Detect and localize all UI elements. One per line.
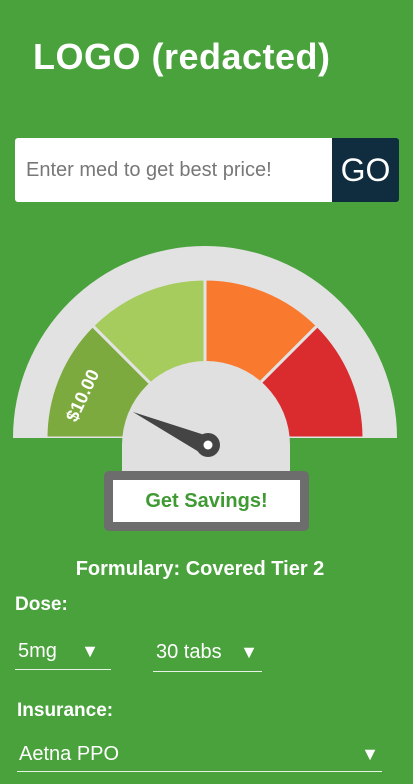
logo-text: LOGO (redacted) — [33, 36, 331, 77]
chevron-down-icon: ▼ — [81, 641, 99, 661]
chevron-down-icon: ▼ — [240, 642, 258, 662]
get-savings-button[interactable]: Get Savings! — [113, 480, 300, 522]
dose-strength-value: 5mg — [18, 640, 57, 662]
dose-label: Dose: — [15, 594, 68, 615]
savings-gauge: $10.00 — [13, 246, 397, 480]
insurance-select[interactable]: Aetna PPO ▼ — [17, 738, 382, 772]
dose-quantity-select[interactable]: 30 tabs ▼ — [153, 634, 262, 672]
insurance-label: Insurance: — [17, 700, 114, 721]
chevron-down-icon: ▼ — [361, 744, 379, 764]
formulary-status: Formulary: Covered Tier 2 — [75, 558, 325, 580]
search-bar: GO — [15, 138, 399, 202]
medication-search-input[interactable] — [15, 138, 332, 202]
dose-strength-select[interactable]: 5mg ▼ — [15, 634, 111, 670]
needle-pivot — [203, 440, 213, 450]
get-savings-frame: Get Savings! — [104, 471, 309, 531]
insurance-value: Aetna PPO — [19, 743, 120, 765]
dose-quantity-value: 30 tabs — [156, 641, 222, 663]
go-button[interactable]: GO — [332, 138, 399, 202]
